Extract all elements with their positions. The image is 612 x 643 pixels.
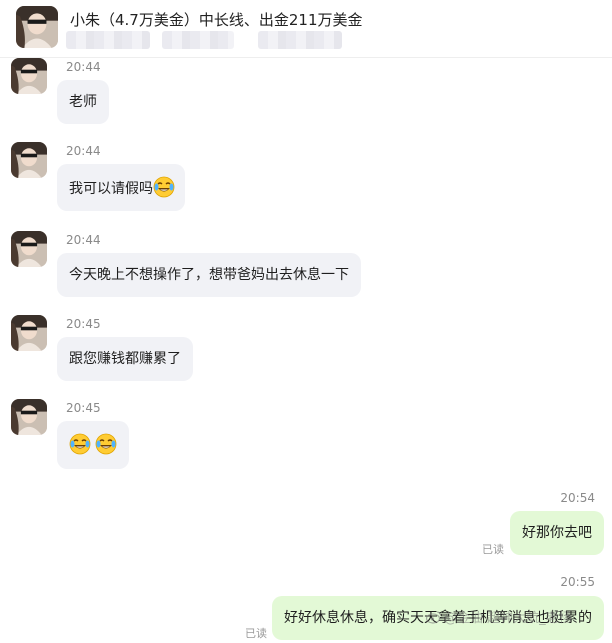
message-bubble[interactable]: 跟您赚钱都赚累了 (57, 337, 193, 381)
message-bubble[interactable]: 好那你去吧 (510, 511, 604, 555)
message-bubble[interactable] (57, 421, 129, 469)
message-time: 20:44 (66, 144, 101, 158)
face-with-tears-of-joy-icon (153, 176, 175, 198)
read-status: 已读 (245, 627, 267, 640)
contact-avatar[interactable] (16, 6, 58, 48)
sender-avatar[interactable] (11, 231, 47, 267)
face-with-tears-of-joy-icon (69, 433, 91, 455)
message-time: 20:45 (66, 401, 101, 415)
message-bubble[interactable]: 今天晚上不想操作了，想带爸妈出去休息一下 (57, 253, 361, 297)
message-bubble[interactable]: 老师 (57, 80, 109, 124)
message-time: 20:55 (560, 575, 595, 589)
sender-avatar[interactable] (11, 399, 47, 435)
watermark-text: @金油 超神大航_老杨 (444, 611, 572, 626)
message-time: 20:44 (66, 233, 101, 247)
message-time: 20:44 (66, 60, 101, 74)
sender-avatar[interactable] (11, 315, 47, 351)
message-time: 20:45 (66, 317, 101, 331)
watermark: @金油 超神大航_老杨 (425, 607, 572, 628)
sender-avatar[interactable] (11, 58, 47, 94)
message-text: 我可以请假吗 (69, 181, 153, 197)
message-time: 20:54 (560, 491, 595, 505)
chat-title: 小朱（4.7万美金）中长线、出金211万美金 (70, 11, 363, 29)
read-status: 已读 (482, 543, 504, 556)
face-with-tears-of-joy-icon (95, 433, 117, 455)
weibo-icon (425, 610, 442, 628)
message-bubble[interactable]: 我可以请假吗 (57, 164, 185, 211)
chat-header: 小朱（4.7万美金）中长线、出金211万美金 (0, 0, 612, 58)
blurred-subtitle (66, 31, 356, 49)
sender-avatar[interactable] (11, 142, 47, 178)
